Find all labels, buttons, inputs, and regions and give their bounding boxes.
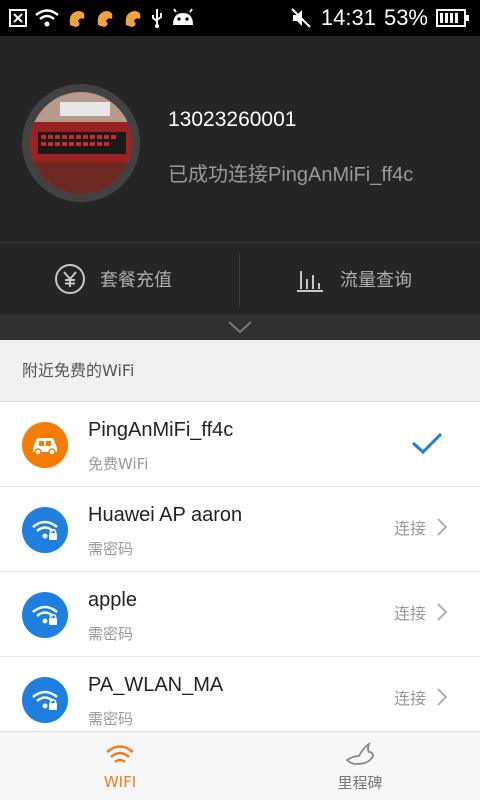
recharge-button[interactable]: 套餐充值 [54,243,172,315]
usb-icon [152,9,162,28]
car-icon [22,422,68,468]
wifi-subtitle: 需密码 [88,540,134,558]
tab-wifi-label: WIFI [103,772,137,791]
status-icons-left [8,6,196,30]
connection-status: 已成功连接PingAnMiFi_ff4c [168,164,414,186]
chevron-down-icon [228,321,252,334]
close-box-icon [9,9,27,27]
avatar[interactable] [22,84,140,202]
wifi-lock-icon [22,677,68,723]
connect-button[interactable]: 连接 [394,600,448,624]
squirrel-icon [69,11,85,27]
tab-milestone-label: 里程碑 [337,774,383,792]
bottom-tab-bar: WIFI 里程碑 [0,731,480,800]
action-divider [239,253,240,307]
connect-label: 连接 [393,604,426,623]
check-icon [410,430,444,460]
wifi-subtitle: 需密码 [88,710,134,728]
data-usage-button[interactable]: 流量查询 [294,243,412,315]
tab-wifi[interactable]: WIFI [0,732,240,800]
mute-icon [291,8,311,28]
wifi-subtitle: 免费WiFi [88,455,149,473]
connect-button[interactable]: 连接 [394,685,448,709]
tab-milestone[interactable]: 里程碑 [240,732,480,800]
wifi-subtitle: 需密码 [88,625,134,643]
android-icon [173,8,193,25]
wifi-tab-icon [106,744,134,763]
wifi-item[interactable]: PA_WLAN_MA 需密码 连接 [0,657,480,742]
action-bar: 套餐充值 流量查询 [0,242,480,314]
status-icons-right: 14:31 53% [289,4,470,32]
wifi-item[interactable]: PingAnMiFi_ff4c 免费WiFi [0,402,480,487]
wifi-name: apple [88,589,137,611]
connect-label: 连接 [393,689,426,708]
connect-button[interactable]: 连接 [394,515,448,539]
squirrel-icon [125,11,141,27]
profile-header: 13023260001 已成功连接PingAnMiFi_ff4c [0,36,480,242]
battery-icon [436,9,469,27]
wifi-icon [35,9,59,27]
data-usage-label: 流量查询 [340,270,412,291]
bird-icon [345,741,374,765]
wifi-list: PingAnMiFi_ff4c 免费WiFi Huawei AP aaron 需… [0,402,480,742]
recharge-label: 套餐充值 [100,270,172,291]
status-bar: 14:31 53% [0,0,480,36]
chevron-right-icon [437,603,448,621]
wifi-lock-icon [22,507,68,553]
wifi-name: Huawei AP aaron [88,504,243,526]
chevron-right-icon [437,518,448,536]
clock: 14:31 [320,5,376,30]
section-title: 附近免费的WiFi [0,340,480,402]
wifi-item[interactable]: apple 需密码 连接 [0,572,480,657]
yen-icon [55,264,85,294]
phone-number: 13023260001 [168,108,297,131]
wifi-name: PingAnMiFi_ff4c [88,419,234,441]
collapse-toggle[interactable] [0,314,480,340]
avatar-photo [30,92,132,194]
connect-label: 连接 [393,519,426,538]
wifi-item[interactable]: Huawei AP aaron 需密码 连接 [0,487,480,572]
wifi-lock-icon [22,592,68,638]
squirrel-icon [97,11,113,27]
battery-percent: 53% [383,5,428,30]
wifi-name: PA_WLAN_MA [88,674,224,696]
chevron-right-icon [437,688,448,706]
bar-chart-icon [297,271,323,292]
